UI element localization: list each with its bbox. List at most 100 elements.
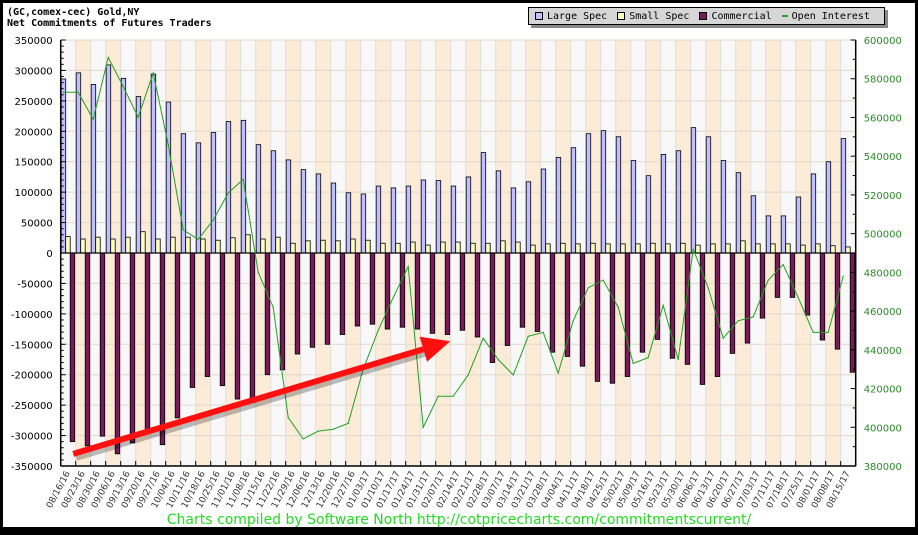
large-spec-bar	[255, 144, 262, 254]
right-tick-label: 500000	[864, 230, 902, 241]
small-spec-bar	[815, 243, 821, 254]
open-interest-point	[737, 320, 739, 322]
open-interest-point	[377, 329, 379, 332]
commercial-swatch	[699, 12, 708, 20]
small-spec-bar	[440, 241, 446, 254]
left-tick-label: -100000	[11, 310, 53, 321]
large-spec-bar	[570, 147, 577, 254]
right-tick-label: 420000	[864, 385, 902, 396]
large-spec-bar	[540, 168, 547, 254]
large-spec-bar	[315, 173, 322, 254]
large-spec-bar	[105, 64, 112, 254]
left-tick-label: -200000	[11, 371, 53, 382]
chart-subtitle: Net Commitments of Futures Traders	[7, 18, 212, 29]
legend: Large Spec Small Spec Commercial Open In…	[528, 7, 885, 25]
open-interest-point	[557, 372, 559, 374]
left-tick-label: -250000	[11, 401, 53, 412]
chart-frame: 350000 300000 250000 200000 150000 100000 5000…	[0, 0, 918, 535]
commercial-bar	[414, 252, 421, 330]
open-interest-point	[707, 287, 709, 289]
large-spec-bar	[660, 154, 667, 254]
open-interest-point	[827, 331, 829, 333]
right-tick-label: 480000	[864, 268, 902, 279]
open-interest-point	[542, 331, 544, 333]
commercial-bar	[804, 252, 811, 316]
open-interest-point	[497, 358, 499, 361]
legend-item-large-spec: Large Spec	[535, 11, 607, 22]
large-spec-bar	[150, 73, 157, 254]
large-spec-bar	[90, 84, 97, 254]
small-spec-bar	[785, 243, 791, 254]
commercial-bar	[84, 252, 91, 447]
open-interest-point	[257, 271, 259, 273]
commercial-bar	[834, 252, 841, 350]
legend-label: Small Spec	[629, 10, 690, 22]
open-interest-point	[812, 331, 814, 333]
open-interest-point	[797, 296, 799, 299]
large-spec-bar	[375, 185, 382, 254]
commercial-bar	[759, 252, 766, 319]
commercial-bar	[69, 252, 76, 443]
right-tick-label: 600000	[864, 36, 902, 47]
commercial-bar	[459, 252, 466, 331]
commercial-bar	[99, 252, 106, 437]
commercial-bar	[594, 252, 601, 382]
commercial-bar	[729, 252, 736, 354]
open-interest-point	[212, 219, 214, 221]
right-tick-label: 520000	[864, 191, 902, 202]
open-interest-point	[587, 287, 589, 289]
small-spec-bar	[125, 236, 131, 254]
commercial-bar	[489, 252, 496, 363]
legend-label: Large Spec	[547, 10, 608, 22]
right-tick-label: 460000	[864, 307, 902, 318]
small-spec-bar	[290, 242, 296, 254]
open-interest-point	[617, 306, 619, 308]
large-spec-bar	[465, 176, 472, 254]
small-spec-bar	[740, 240, 746, 254]
large-spec-bar	[480, 152, 487, 254]
open-interest-point	[272, 306, 274, 308]
large-spec-bar	[615, 136, 622, 254]
commercial-bar	[429, 252, 436, 334]
large-spec-bar	[345, 192, 352, 254]
small-spec-bar	[365, 239, 371, 254]
open-interest-point	[317, 430, 319, 432]
left-tick-label: 0	[46, 249, 52, 260]
large-spec-bar	[495, 170, 502, 254]
small-spec-bar	[185, 236, 191, 254]
open-interest-point	[782, 264, 784, 266]
commercial-bar	[324, 252, 331, 345]
small-spec-bar	[95, 236, 101, 254]
chart-title: (GC,comex-cec) Gold,NY	[7, 7, 140, 18]
open-interest-point	[167, 143, 169, 146]
commercial-bar	[774, 252, 781, 298]
large-spec-bar	[555, 157, 562, 254]
large-spec-bar	[765, 215, 772, 254]
large-spec-bar	[120, 77, 127, 254]
open-interest-point	[137, 116, 139, 119]
open-interest-point	[77, 91, 79, 93]
left-tick-label: 150000	[15, 158, 53, 169]
left-tick-label: -300000	[11, 432, 53, 443]
commercial-bar	[684, 252, 691, 365]
small-spec-bar	[800, 244, 806, 254]
large-spec-bar	[225, 121, 232, 254]
open-interest-point	[842, 275, 844, 277]
open-interest-point	[152, 72, 154, 74]
small-spec-bar	[830, 245, 836, 254]
left-tick-label: -50000	[17, 279, 52, 290]
large-spec-bar	[285, 159, 292, 254]
commercial-bar	[339, 252, 346, 335]
large-spec-bar	[420, 179, 427, 254]
small-spec-bar	[155, 238, 161, 254]
large-spec-bar	[840, 138, 847, 254]
small-spec-bar	[350, 238, 356, 254]
small-spec-bar	[515, 241, 521, 254]
commercial-bar	[504, 252, 511, 346]
open-interest-point	[392, 296, 394, 299]
large-spec-bar	[525, 181, 532, 254]
large-spec-bar	[585, 133, 592, 254]
small-spec-bar	[470, 242, 476, 254]
open-interest-point	[632, 362, 634, 364]
large-spec-bar	[450, 185, 457, 254]
